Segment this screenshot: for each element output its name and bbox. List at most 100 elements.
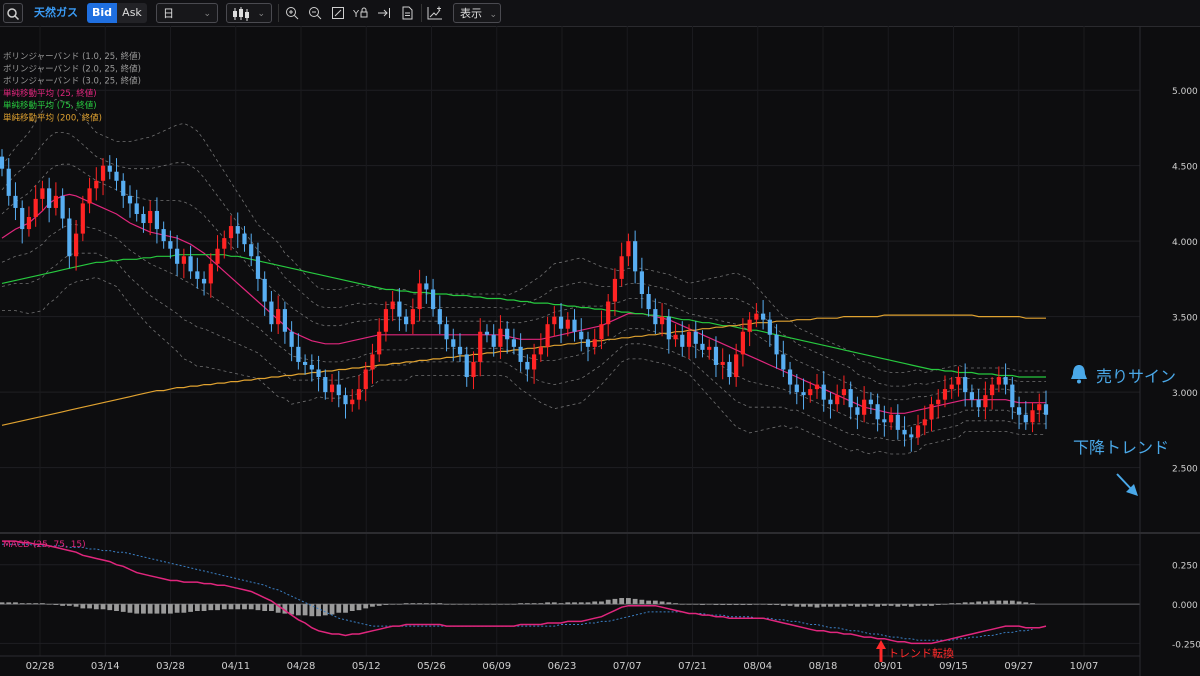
candle-body xyxy=(154,210,160,230)
candle-body xyxy=(47,188,52,208)
macd-histogram-bar xyxy=(161,604,167,614)
candle-body xyxy=(208,263,213,284)
add-indicator-icon[interactable] xyxy=(425,3,445,23)
candle-body xyxy=(40,188,45,199)
ask-toggle[interactable]: Ask xyxy=(117,3,147,23)
candle-body xyxy=(915,425,921,438)
candle-body xyxy=(909,434,914,438)
macd-histogram-bar xyxy=(976,601,982,605)
document-icon[interactable] xyxy=(397,3,417,23)
fit-screen-icon[interactable] xyxy=(328,3,348,23)
candle-body xyxy=(60,195,65,219)
candle-body xyxy=(949,384,954,390)
price-tick-label: 2.500 xyxy=(1172,465,1198,475)
bid-toggle[interactable]: Bid xyxy=(87,3,117,23)
scroll-to-end-icon[interactable] xyxy=(374,3,394,23)
search-icon[interactable] xyxy=(3,3,23,23)
candle-body xyxy=(552,316,557,325)
candle-body xyxy=(511,339,516,347)
macd-histogram-bar xyxy=(814,604,820,608)
macd-histogram-bar xyxy=(376,604,382,606)
candle-body xyxy=(686,331,692,347)
macd-histogram-bar xyxy=(444,604,449,605)
macd-histogram-bar xyxy=(73,604,79,607)
macd-histogram-bar xyxy=(504,604,510,605)
candle-body xyxy=(343,395,348,405)
svg-text:Y: Y xyxy=(353,9,360,20)
candle-body xyxy=(1023,414,1028,423)
macd-histogram-bar xyxy=(599,601,604,605)
macd-histogram-bar xyxy=(1023,602,1029,605)
macd-histogram-bar xyxy=(450,604,456,605)
timeframe-value: 日 xyxy=(163,7,174,20)
candle-body xyxy=(424,283,429,290)
macd-histogram-bar xyxy=(787,604,793,606)
macd-histogram-bar xyxy=(167,604,173,614)
macd-histogram-bar xyxy=(316,604,321,617)
candle-body xyxy=(134,203,139,214)
candlestick-icon xyxy=(233,7,249,21)
candle-body xyxy=(484,331,490,335)
candle-body xyxy=(579,331,584,340)
candle-body xyxy=(929,404,934,420)
macd-histogram-bar xyxy=(322,604,328,616)
macd-histogram-bar xyxy=(605,599,611,605)
macd-histogram-bar xyxy=(700,604,705,605)
macd-histogram-bar xyxy=(114,604,119,612)
macd-histogram-bar xyxy=(531,603,537,605)
date-tick-label: 07/21 xyxy=(678,661,707,672)
timeframe-select[interactable]: 日 ⌄ xyxy=(156,3,218,23)
chart-canvas[interactable]: MACD (25, 75, 15) 5.000 4.500 4.000 3.500 3.… xyxy=(0,26,1200,676)
candle-body xyxy=(67,218,72,257)
candle-body xyxy=(390,301,395,310)
candle-body xyxy=(1030,410,1035,423)
zoom-in-icon[interactable] xyxy=(282,3,302,23)
candle-body xyxy=(302,361,308,365)
candle-body xyxy=(505,328,510,340)
macd-histogram-bar xyxy=(659,601,665,605)
macd-histogram-bar xyxy=(248,604,254,610)
candle-body xyxy=(336,384,341,396)
candle-body xyxy=(653,309,658,325)
macd-histogram-bar xyxy=(848,604,854,606)
candle-body xyxy=(895,414,900,430)
chevron-down-icon: ⌄ xyxy=(257,9,265,19)
macd-histogram-bar xyxy=(740,604,746,605)
macd-histogram-bar xyxy=(929,604,934,606)
zoom-out-icon[interactable] xyxy=(305,3,325,23)
macd-histogram-bar xyxy=(40,603,45,605)
candle-body xyxy=(175,248,180,264)
chart-type-select[interactable]: ⌄ xyxy=(226,3,272,23)
macd-histogram-bar xyxy=(626,598,631,605)
price-tick-label: 3.000 xyxy=(1172,389,1198,399)
date-tick-label: 09/27 xyxy=(1004,661,1033,672)
candle-body xyxy=(289,331,294,347)
candle-body xyxy=(720,361,725,365)
date-tick-label: 06/23 xyxy=(548,661,577,672)
macd-histogram-bar xyxy=(673,603,678,605)
macd-histogram-bar xyxy=(551,602,557,605)
candle-body xyxy=(794,384,799,393)
candle-body xyxy=(491,334,496,347)
macd-histogram-bar xyxy=(686,604,692,605)
candle-body xyxy=(612,278,618,302)
candle-body xyxy=(781,354,786,370)
macd-histogram-bar xyxy=(767,604,773,605)
candle-body xyxy=(235,226,240,234)
candle-body xyxy=(329,384,335,393)
display-menu-button[interactable]: 表示 ⌄ xyxy=(453,3,501,23)
macd-histogram-bar xyxy=(208,604,214,611)
candle-body xyxy=(888,414,894,423)
symbol-label[interactable]: 天然ガス xyxy=(34,3,78,23)
macd-histogram-bar xyxy=(646,600,652,605)
macd-histogram-bar xyxy=(289,604,295,615)
y-axis-lock-icon[interactable]: Y xyxy=(351,3,371,23)
macd-histogram-bar xyxy=(134,604,140,614)
macd-histogram-bar xyxy=(908,604,914,607)
candle-body xyxy=(478,331,483,362)
macd-histogram-bar xyxy=(295,604,301,616)
candle-body xyxy=(707,346,712,350)
candle-body xyxy=(956,377,961,385)
macd-histogram-bar xyxy=(255,604,261,611)
macd-histogram-bar xyxy=(713,604,719,605)
